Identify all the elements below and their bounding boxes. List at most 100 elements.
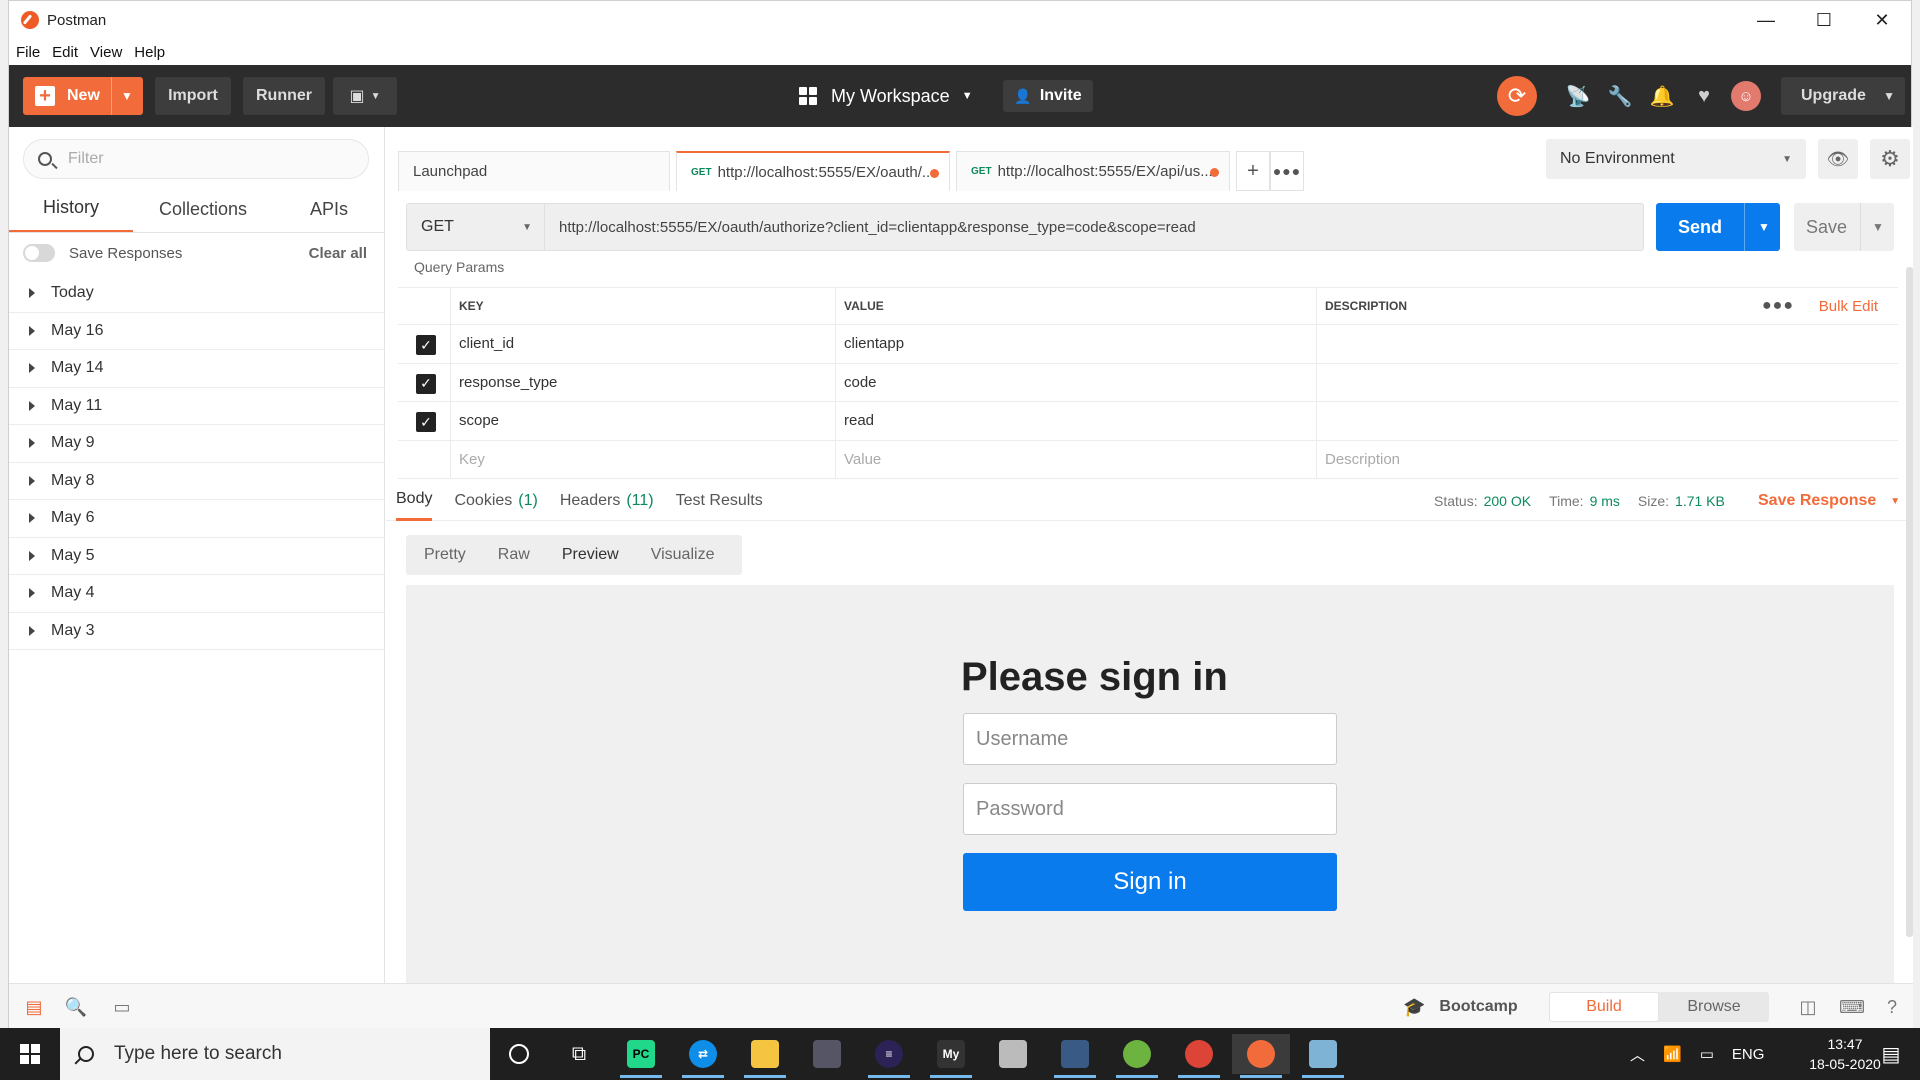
invite-button[interactable]: 👤 Invite — [1003, 80, 1093, 112]
filter-input[interactable]: Filter — [23, 139, 369, 179]
new-value-input[interactable]: Value — [835, 440, 1317, 478]
param-checkbox[interactable]: ✓ — [416, 412, 436, 432]
maximize-button[interactable]: ☐ — [1795, 1, 1853, 39]
status-value[interactable]: 200 OK — [1484, 493, 1531, 509]
history-group-item[interactable]: May 14 — [9, 350, 385, 388]
pycharm-icon[interactable]: PC — [612, 1034, 670, 1078]
password-input[interactable]: Password — [963, 783, 1337, 835]
time-value[interactable]: 9 ms — [1590, 493, 1620, 509]
language-indicator[interactable]: ENG — [1732, 1046, 1765, 1063]
more-tabs-icon[interactable]: ●●● — [1270, 151, 1304, 191]
console-icon[interactable]: ▭ — [111, 996, 133, 1018]
view-raw[interactable]: Raw — [498, 546, 530, 564]
signin-button[interactable]: Sign in — [963, 853, 1337, 911]
new-description-input[interactable]: Description — [1316, 440, 1898, 478]
heart-icon[interactable]: ♥ — [1691, 83, 1717, 109]
mysql-workbench-icon[interactable]: My — [922, 1034, 980, 1078]
browse-tab[interactable]: Browse — [1659, 992, 1769, 1022]
import-button[interactable]: Import — [155, 77, 231, 115]
chevron-down-icon[interactable]: ▼ — [121, 89, 133, 103]
task-view-icon[interactable]: ⧉ — [550, 1034, 608, 1074]
vertical-scrollbar[interactable] — [1906, 267, 1913, 937]
new-window-button[interactable]: ▣ ▼ — [333, 77, 397, 115]
tab-body[interactable]: Body — [396, 481, 433, 521]
eye-icon[interactable]: 👁 — [1818, 139, 1858, 179]
keyboard-icon[interactable]: ⌨ — [1839, 996, 1865, 1018]
param-value[interactable]: read — [835, 402, 1317, 440]
tab-request-api[interactable]: GET http://localhost:5555/EX/api/us... — [956, 151, 1230, 191]
tab-request-authorize[interactable]: GET http://localhost:5555/EX/oauth/... — [676, 151, 950, 191]
bootcamp-button[interactable]: 🎓 Bootcamp — [1403, 984, 1518, 1030]
wifi-icon[interactable]: 📶 — [1663, 1045, 1682, 1063]
menu-file[interactable]: File — [16, 44, 40, 61]
tab-headers[interactable]: Headers (11) — [560, 481, 654, 521]
param-key[interactable]: scope — [450, 402, 836, 440]
new-button[interactable]: + New ▼ — [23, 77, 143, 115]
sidebar-toggle-icon[interactable]: ▤ — [23, 996, 45, 1018]
sql-developer-icon[interactable] — [1046, 1034, 1104, 1078]
cortana-icon[interactable] — [490, 1034, 548, 1074]
eclipse-icon[interactable]: ≡ — [860, 1034, 918, 1078]
database-icon[interactable] — [984, 1034, 1042, 1074]
find-icon[interactable]: 🔍 — [65, 996, 87, 1018]
gear-icon[interactable]: ⚙ — [1870, 139, 1910, 179]
taskbar-search[interactable]: Type here to search — [60, 1028, 490, 1080]
tab-cookies[interactable]: Cookies (1) — [454, 481, 537, 521]
username-input[interactable]: Username — [963, 713, 1337, 765]
history-group-item[interactable]: May 16 — [9, 313, 385, 350]
add-tab-button[interactable]: + — [1236, 151, 1270, 191]
notepad-icon[interactable] — [1294, 1034, 1352, 1078]
teamviewer-icon[interactable]: ⇄ — [674, 1034, 732, 1078]
chevron-up-icon[interactable]: ︿ — [1630, 1044, 1645, 1065]
save-button[interactable]: Save ▼ — [1794, 203, 1894, 251]
send-button[interactable]: Send ▼ — [1656, 203, 1780, 251]
param-value[interactable]: clientapp — [835, 325, 1317, 363]
new-key-input[interactable]: Key — [450, 440, 836, 478]
tab-test-results[interactable]: Test Results — [676, 481, 763, 521]
history-group-item[interactable]: May 11 — [9, 388, 385, 425]
history-group-item[interactable]: May 4 — [9, 575, 385, 613]
param-key[interactable]: client_id — [450, 325, 836, 363]
start-button[interactable] — [0, 1028, 60, 1080]
media-app-icon[interactable] — [798, 1034, 856, 1074]
clear-all-button[interactable]: Clear all — [309, 245, 367, 262]
view-pretty[interactable]: Pretty — [424, 546, 466, 564]
history-group-item[interactable]: May 6 — [9, 500, 385, 538]
workspace-selector[interactable]: My Workspace ▼ — [799, 77, 973, 115]
url-input[interactable]: http://localhost:5555/EX/oauth/authorize… — [545, 219, 1196, 236]
menu-help[interactable]: Help — [134, 44, 165, 61]
avatar[interactable]: ☺ — [1731, 81, 1761, 111]
history-group-item[interactable]: May 5 — [9, 538, 385, 575]
sync-icon[interactable]: ⟳ — [1497, 76, 1537, 116]
notification-icon[interactable]: ▤ — [1866, 1028, 1916, 1080]
method-select[interactable]: GET ▼ — [407, 204, 545, 250]
bulk-edit-link[interactable]: Bulk Edit — [1819, 298, 1878, 315]
close-button[interactable]: ✕ — [1853, 1, 1911, 39]
param-value[interactable]: code — [835, 363, 1317, 401]
spring-tool-suite-icon[interactable] — [1108, 1034, 1166, 1078]
tab-collections[interactable]: Collections — [133, 185, 273, 233]
param-description[interactable] — [1316, 363, 1898, 401]
param-checkbox[interactable]: ✓ — [416, 373, 436, 394]
file-explorer-icon[interactable] — [736, 1034, 794, 1078]
view-visualize[interactable]: Visualize — [651, 546, 715, 564]
chrome-icon[interactable] — [1170, 1034, 1228, 1078]
more-options-icon[interactable]: ●●● — [1762, 297, 1794, 315]
chevron-down-icon[interactable]: ▼ — [1872, 220, 1884, 234]
history-group-item[interactable]: Today — [9, 275, 385, 313]
satellite-icon[interactable]: 📡 — [1565, 83, 1591, 109]
wrench-icon[interactable]: 🔧 — [1607, 83, 1633, 109]
param-description[interactable] — [1316, 325, 1898, 363]
menu-view[interactable]: View — [90, 44, 122, 61]
help-icon[interactable]: ? — [1881, 996, 1903, 1018]
save-responses-toggle[interactable] — [23, 244, 55, 262]
save-response-button[interactable]: Save Response ▼ — [1758, 481, 1900, 521]
size-value[interactable]: 1.71 KB — [1675, 493, 1725, 509]
menu-edit[interactable]: Edit — [52, 44, 78, 61]
battery-icon[interactable]: ▭ — [1700, 1045, 1714, 1063]
tab-apis[interactable]: APIs — [273, 185, 385, 233]
history-group-item[interactable]: May 8 — [9, 463, 385, 500]
view-preview[interactable]: Preview — [562, 546, 619, 564]
history-group-item[interactable]: May 3 — [9, 613, 385, 650]
bell-icon[interactable]: 🔔 — [1649, 83, 1675, 109]
